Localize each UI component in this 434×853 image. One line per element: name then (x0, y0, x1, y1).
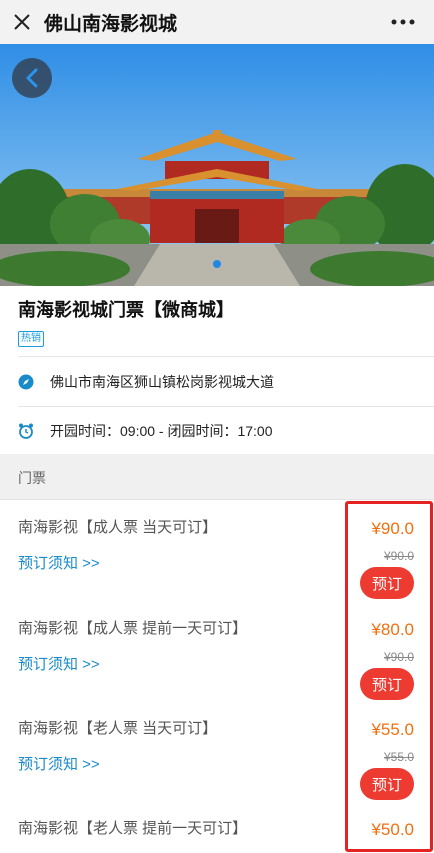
ticket-price: ¥80.0 (371, 620, 414, 639)
ticket-section-header: 门票 (0, 454, 434, 500)
back-button[interactable] (12, 58, 52, 98)
ticket-item: 南海影视【老人票 当天可订】 预订须知 >> ¥55.0 ¥55.0 预订 (0, 701, 434, 801)
book-button[interactable]: 预订 (360, 768, 414, 800)
ticket-item: 南海影视【成人票 提前一天可订】 预订须知 >> ¥80.0 ¥90.0 预订 (0, 601, 434, 701)
temple-photo (0, 44, 434, 286)
ticket-price: ¥50.0 (371, 820, 414, 839)
divider (18, 356, 434, 357)
original-price: ¥90.0 (383, 650, 414, 664)
ticket-price: ¥55.0 (371, 720, 414, 739)
ticket-name: 南海影视【成人票 当天可订】 (18, 519, 218, 536)
compass-icon (18, 374, 34, 390)
booking-notice-link[interactable]: 预订须知 >> (18, 552, 100, 573)
address-row[interactable]: 佛山市南海区狮山镇松岗影视城大道 (18, 371, 274, 393)
close-icon (14, 14, 30, 30)
product-info: 南海影视城门票【微商城】 热销 佛山市南海区狮山镇松岗影视城大道 开园时间：09… (0, 286, 434, 454)
booking-notice-link[interactable]: 预订须知 >> (18, 653, 100, 674)
ticket-list: 南海影视【成人票 当天可订】 预订须知 >> ¥90.0 ¥90.0 预订 南海… (0, 500, 434, 853)
book-button[interactable]: 预订 (360, 668, 414, 700)
original-price: ¥90.0 (383, 549, 414, 563)
hours-text: 开园时间：09:00 - 闭园时间：17:00 (50, 423, 273, 439)
more-button[interactable] (388, 10, 418, 34)
top-bar: 佛山南海影视城 (0, 0, 434, 44)
carousel-indicator (213, 260, 221, 268)
hero-image[interactable] (0, 44, 434, 286)
close-button[interactable] (0, 0, 44, 44)
original-price: ¥55.0 (383, 750, 414, 764)
booking-notice-link[interactable]: 预订须知 >> (18, 753, 100, 774)
ticket-name: 南海影视【成人票 提前一天可订】 (18, 620, 248, 637)
book-button[interactable]: 预订 (360, 567, 414, 599)
hot-badge: 热销 (18, 331, 44, 347)
hours-row: 开园时间：09:00 - 闭园时间：17:00 (18, 420, 273, 442)
section-title: 门票 (18, 470, 46, 486)
ticket-name: 南海影视【老人票 提前一天可订】 (18, 820, 248, 837)
divider (18, 406, 434, 407)
product-name: 南海影视城门票【微商城】 (18, 300, 234, 320)
page-title: 佛山南海影视城 (44, 13, 178, 35)
ticket-item: 南海影视【成人票 当天可订】 预订须知 >> ¥90.0 ¥90.0 预订 (0, 500, 434, 600)
ticket-price: ¥90.0 (371, 519, 414, 538)
address-text: 佛山市南海区狮山镇松岗影视城大道 (50, 374, 274, 390)
alarm-clock-icon (18, 423, 34, 439)
ticket-item: 南海影视【老人票 提前一天可订】 ¥50.0 (0, 801, 434, 853)
more-icon (391, 19, 415, 25)
chevron-left-icon (26, 68, 38, 88)
ticket-name: 南海影视【老人票 当天可订】 (18, 720, 218, 737)
